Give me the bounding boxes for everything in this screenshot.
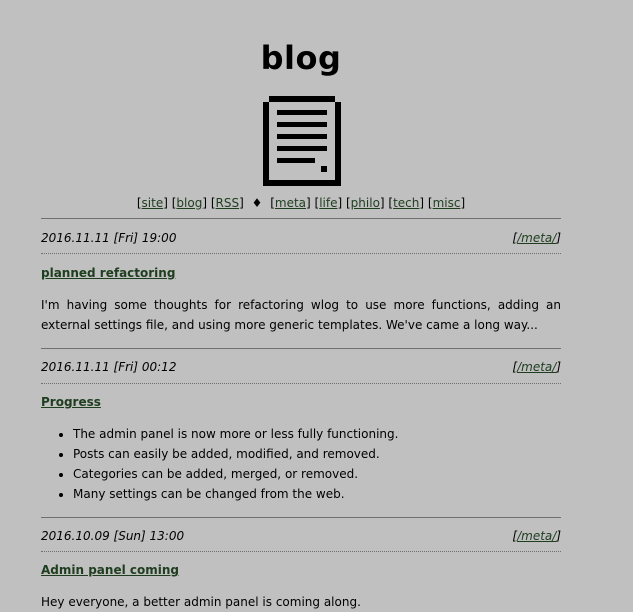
post-divider [41, 218, 561, 219]
nav-link-meta[interactable]: meta [275, 196, 306, 210]
nav-link-blog[interactable]: blog [176, 196, 202, 210]
nav-link-tech[interactable]: tech [393, 196, 419, 210]
post-category: [/meta/] [512, 529, 561, 543]
site-title: blog [260, 39, 342, 77]
post-category: [/meta/] [512, 360, 561, 374]
post-meta: 2016.11.11 [Fri] 00:12 [/meta/] [41, 358, 561, 376]
post-divider [41, 517, 561, 518]
post-divider [41, 348, 561, 349]
post-date: 2016.11.11 [Fri] 19:00 [41, 231, 177, 245]
list-item: The admin panel is now more or less full… [73, 424, 561, 444]
nav-link-rss[interactable]: RSS [216, 196, 240, 210]
nav-link-philo[interactable]: philo [351, 196, 380, 210]
list-item: Categories can be added, merged, or remo… [73, 464, 561, 484]
document-icon [263, 96, 341, 186]
post-body: Hey everyone, a better admin panel is co… [41, 595, 361, 609]
nav-link-misc[interactable]: misc [433, 196, 461, 210]
post-category: [/meta/] [512, 231, 561, 245]
post-category-link[interactable]: /meta/ [517, 529, 556, 543]
post-date: 2016.11.11 [Fri] 00:12 [41, 360, 177, 374]
post-category-link[interactable]: /meta/ [517, 360, 556, 374]
post-body: I'm having some thoughts for refactoring… [41, 298, 561, 332]
post-meta-divider [41, 383, 561, 384]
post-meta-divider [41, 551, 561, 552]
post-date: 2016.10.09 [Sun] 13:00 [41, 529, 185, 543]
list-item: Posts can easily be added, modified, and… [73, 444, 561, 464]
list-item: Many settings can be changed from the we… [73, 484, 561, 504]
nav-separator: ♦ [251, 196, 263, 210]
post-title-link[interactable]: Progress [41, 393, 101, 411]
post-meta-divider [41, 253, 561, 254]
post-category-link[interactable]: /meta/ [517, 231, 556, 245]
nav-bar: [site] [blog] [RSS] ♦ [meta] [life] [phi… [136, 196, 466, 210]
nav-link-life[interactable]: life [319, 196, 337, 210]
post-title-link[interactable]: Admin panel coming [41, 561, 179, 579]
post-meta: 2016.10.09 [Sun] 13:00 [/meta/] [41, 527, 561, 545]
post-meta: 2016.11.11 [Fri] 19:00 [/meta/] [41, 229, 561, 247]
post-title-link[interactable]: planned refactoring [41, 264, 175, 282]
post-bullet-list: The admin panel is now more or less full… [41, 424, 561, 504]
nav-link-site[interactable]: site [142, 196, 164, 210]
